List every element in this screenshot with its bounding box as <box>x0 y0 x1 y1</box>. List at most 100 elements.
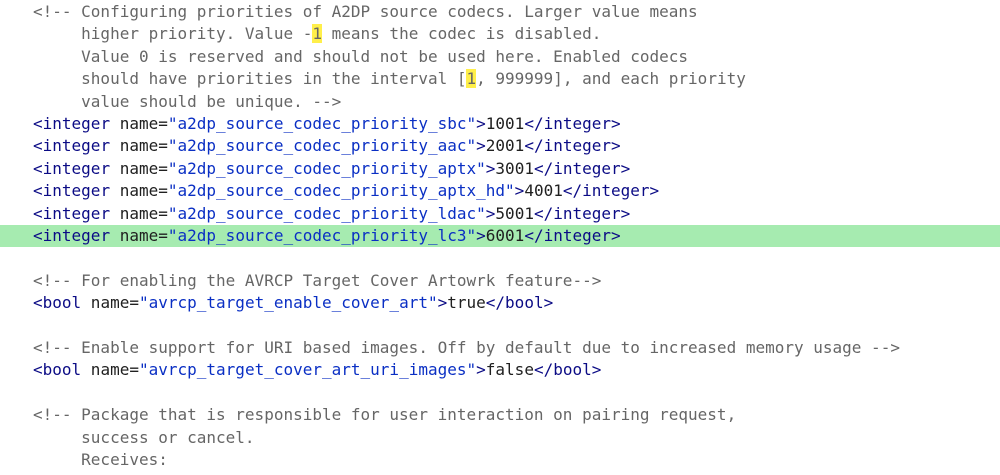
code-line[interactable] <box>0 315 1000 337</box>
attribute-quote: " <box>466 114 477 133</box>
code-line[interactable]: success or cancel. <box>0 427 1000 449</box>
tag-name: integer <box>42 158 111 178</box>
attribute-quote: " <box>167 226 178 245</box>
tag-open-bracket: < <box>33 203 43 223</box>
closing-tag-name: integer <box>582 181 650 201</box>
attribute-value: a2dp_source_codec_priority_ldac <box>177 203 477 223</box>
element-value: 2001 <box>485 136 525 156</box>
comment-text: success or cancel. <box>33 427 255 447</box>
tag-close-bracket: > <box>485 203 496 223</box>
code-line-text: Receives: <box>33 449 168 471</box>
code-line[interactable]: Value 0 is reserved and should not be us… <box>0 46 1000 68</box>
closing-tag-close: > <box>591 360 602 380</box>
code-line[interactable] <box>0 382 1000 404</box>
code-line[interactable]: < integer name= "a2dp_source_codec_priorit… <box>0 203 1000 225</box>
code-line[interactable]: <bool name="avrcp_target_enable_cover_ar… <box>0 292 1000 314</box>
tag-name: integer <box>42 181 111 201</box>
comment-text: , 999999], and each priority <box>476 69 746 89</box>
comment-text: <!-- Configuring priorities of A2DP sour… <box>33 2 698 21</box>
attribute-value: avrcp_target_cover_art_uri_images <box>148 360 467 380</box>
comment-text: value should be unique. --> <box>33 91 342 111</box>
comment-text: means the codec is disabled. <box>322 24 602 44</box>
code-line-text: <!-- Configuring priorities of A2DP sour… <box>33 1 698 23</box>
closing-tag-close: > <box>620 203 631 223</box>
attribute-quote: " <box>476 203 486 223</box>
attribute-quote: " <box>167 158 178 178</box>
closing-tag-open: </ <box>524 136 544 156</box>
code-line[interactable]: higher priority. Value -1 means the code… <box>0 23 1000 45</box>
code-line-text: higher priority. Value -1 means the code… <box>33 23 601 45</box>
code-line[interactable]: <bool name="avrcp_target_cover_art_uri_i… <box>0 359 1000 381</box>
tag-open-bracket: < <box>33 226 43 245</box>
closing-tag-close: > <box>543 293 554 313</box>
code-line[interactable]: <integer name="a2dp_source_codec_priorit… <box>0 135 1000 157</box>
attribute-quote: " <box>466 136 477 156</box>
code-line-text: Value 0 is reserved and should not be us… <box>33 46 688 68</box>
attribute-value: a2dp_source_codec_priority_sbc <box>177 114 467 133</box>
tag-name: bool <box>42 293 82 313</box>
tag-close-bracket: > <box>476 226 486 245</box>
attribute-quote: " <box>505 181 515 201</box>
code-line[interactable]: <integer name="a2dp_source_codec_priorit… <box>0 180 1000 202</box>
attribute-name: name= <box>110 136 168 156</box>
code-line-text: <!-- Enable support for URI based images… <box>33 337 900 359</box>
tag-open-bracket: < <box>33 293 43 313</box>
code-line[interactable]: <integer name="a2dp_source_codec_priorit… <box>0 158 1000 180</box>
code-line-text: should have priorities in the interval [… <box>33 68 746 90</box>
element-value: true <box>447 293 486 313</box>
code-line[interactable]: value should be unique. --> <box>0 91 1000 113</box>
element-value: false <box>485 360 534 380</box>
comment-text: higher priority. Value - <box>33 24 313 44</box>
closing-tag-close: > <box>611 114 621 133</box>
code-line-text: <integer name="a2dp_source_codec_priorit… <box>33 135 621 157</box>
closing-tag-name: integer <box>553 158 621 178</box>
attribute-name: name= <box>110 226 168 245</box>
code-line[interactable]: <integer name="a2dp_source_codec_priorit… <box>0 113 1000 135</box>
closing-tag-name: integer <box>543 136 612 156</box>
attribute-name: name= <box>81 293 139 313</box>
code-line[interactable]: <!-- Configuring priorities of A2DP sour… <box>0 1 1000 23</box>
attribute-quote: " <box>167 114 178 133</box>
closing-tag-name: integer <box>553 203 621 223</box>
code-line-text: < integer name= "a2dp_source_codec_priorit… <box>33 203 630 225</box>
attribute-name: name= <box>110 181 168 201</box>
search-match: 1 <box>466 69 477 89</box>
attribute-quote: " <box>466 360 477 380</box>
attribute-value: a2dp_source_codec_priority_aptx_hd <box>177 181 506 201</box>
code-line[interactable] <box>0 247 1000 269</box>
code-line-text: <integer name="a2dp_source_codec_priorit… <box>33 158 630 180</box>
attribute-quote: " <box>476 158 486 178</box>
tag-close-bracket: > <box>485 158 496 178</box>
comment-text: Receives: <box>33 450 168 469</box>
code-line[interactable]: <!-- Enable support for URI based images… <box>0 337 1000 359</box>
code-line-text: value should be unique. --> <box>33 91 341 113</box>
attribute-name: name= <box>110 203 168 223</box>
closing-tag-close: > <box>620 158 631 178</box>
element-value: 1001 <box>485 114 525 133</box>
closing-tag-close: > <box>611 136 621 156</box>
highlighted-code-line[interactable]: <integer name="a2dp_source_codec_priorit… <box>0 225 1000 247</box>
closing-tag-name: bool <box>553 360 592 380</box>
tag-open-bracket: < <box>33 181 43 201</box>
tag-open-bracket: < <box>33 114 43 133</box>
closing-tag-open: </ <box>524 226 544 245</box>
code-line[interactable]: <!-- Package that is responsible for use… <box>0 404 1000 426</box>
code-line-text: <!-- For enabling the AVRCP Target Cover… <box>33 270 601 292</box>
element-value: 5001 <box>495 203 534 223</box>
code-line[interactable]: <!-- For enabling the AVRCP Target Cover… <box>0 270 1000 292</box>
code-line[interactable]: should have priorities in the interval [… <box>0 68 1000 90</box>
closing-tag-close: > <box>649 181 660 201</box>
closing-tag-open: </ <box>533 360 554 380</box>
attribute-name: name= <box>110 158 168 178</box>
code-line[interactable]: Receives: <box>0 449 1000 471</box>
closing-tag-name: integer <box>543 114 612 133</box>
element-value: 3001 <box>495 158 534 178</box>
attribute-name: name= <box>81 360 139 380</box>
attribute-quote: " <box>138 360 149 380</box>
tag-open-bracket: < <box>33 158 43 178</box>
closing-tag-name: bool <box>505 293 544 313</box>
comment-text: <!-- Enable support for URI based images… <box>33 338 900 357</box>
closing-tag-close: > <box>611 226 621 245</box>
attribute-value: a2dp_source_codec_priority_aptx <box>177 158 477 178</box>
tag-name: integer <box>42 114 111 133</box>
